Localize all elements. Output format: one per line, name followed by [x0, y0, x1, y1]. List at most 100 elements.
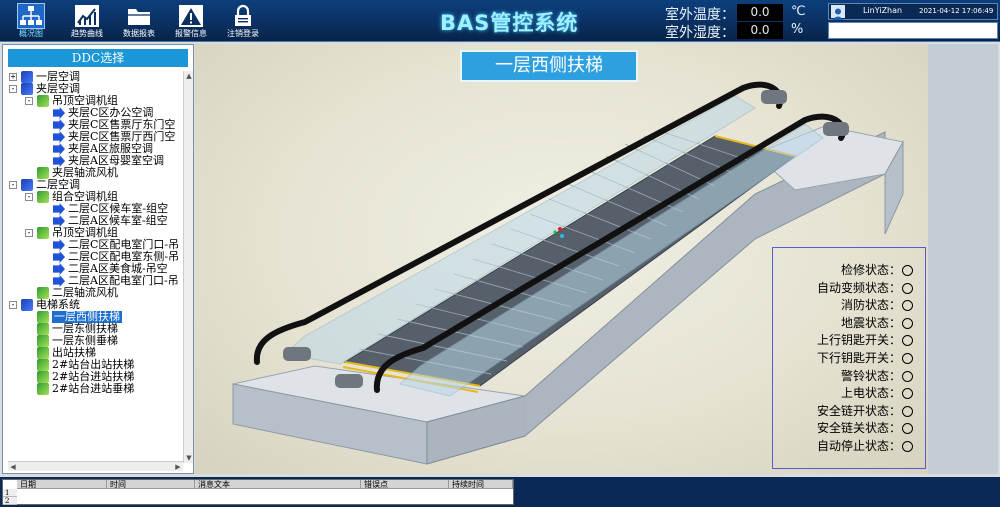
- scroll-right-arrow-icon[interactable]: ▶: [173, 462, 183, 472]
- device-node-icon: [53, 107, 65, 119]
- table-row-number: 2: [3, 497, 17, 505]
- scroll-down-arrow-icon[interactable]: ▼: [184, 453, 194, 463]
- collapse-icon[interactable]: -: [25, 229, 33, 237]
- status-label: 警铃状态：: [840, 368, 901, 383]
- column-date[interactable]: 日期: [17, 480, 107, 489]
- trend-button[interactable]: 趋势曲线: [64, 2, 110, 40]
- device-node-icon: [53, 251, 65, 263]
- group-node-icon: [37, 359, 49, 371]
- building-node-icon: [21, 71, 33, 83]
- device-node-icon: [53, 119, 65, 131]
- status-row: 安全链关状态：: [817, 420, 913, 436]
- scroll-up-arrow-icon[interactable]: ▲: [184, 71, 194, 81]
- alarm-message-table[interactable]: 日期 时间 消息文本 错误点 持续时间 1 2: [2, 479, 514, 505]
- building-node-icon: [21, 179, 33, 191]
- overview-label: 概况图: [19, 29, 43, 38]
- logout-label: 注销登录: [227, 29, 259, 38]
- report-button[interactable]: 数据报表: [116, 2, 162, 40]
- folder-icon: [128, 9, 150, 25]
- device-node-icon: [53, 131, 65, 143]
- status-label: 上行钥匙开关：: [816, 333, 901, 348]
- network-icon: [17, 3, 45, 29]
- lock-icon: [235, 4, 251, 26]
- ddc-tree: + 一层空调 - 夹层空调 - 吊顶空调机组 夹层C区办公空调 夹层C区售票厅东门空 夹层C区售…: [9, 71, 193, 459]
- collapse-icon[interactable]: -: [9, 181, 17, 189]
- alarm-label: 报警信息: [175, 29, 207, 38]
- status-label: 安全链关状态：: [816, 421, 901, 436]
- device-title: 一层西侧扶梯: [460, 50, 638, 82]
- overview-button[interactable]: 概况图: [8, 2, 54, 40]
- column-message-text[interactable]: 消息文本: [195, 480, 361, 489]
- status-label: 下行钥匙开关：: [816, 351, 901, 365]
- status-row: 自动停止状态：: [817, 438, 913, 454]
- right-side-strip: [928, 44, 998, 474]
- top-toolbar: 概况图 趋势曲线 数据报表 报警信息 注销登录 BAS管控系统 室外温度： 0.…: [0, 0, 1000, 42]
- column-error-point[interactable]: 错误点: [361, 480, 449, 489]
- status-indicator-icon: [902, 388, 913, 400]
- status-indicator-icon: [902, 370, 913, 382]
- status-row: 自动变频状态：: [817, 280, 913, 296]
- tree-vertical-scrollbar[interactable]: ▲ ▼: [183, 71, 193, 463]
- warning-icon: [179, 5, 203, 27]
- outdoor-temp-label: 室外温度：: [665, 7, 735, 23]
- scroll-left-arrow-icon[interactable]: ◀: [8, 462, 18, 472]
- column-time[interactable]: 时间: [107, 480, 195, 489]
- ddc-selection-panel: DDC选择 + 一层空调 - 夹层空调 - 吊顶空调机组 夹层C区办公空调 夹层C区售票厅东门…: [2, 44, 194, 474]
- status-row: 地震状态：: [841, 315, 913, 331]
- collapse-icon[interactable]: -: [25, 97, 33, 105]
- status-indicator-icon: [902, 353, 913, 364]
- group-node-icon: [37, 323, 49, 335]
- group-node-icon: [37, 347, 49, 359]
- device-node-icon: [53, 263, 65, 275]
- group-node-icon: [37, 371, 49, 383]
- status-row: 警铃状态：: [841, 368, 913, 384]
- bas-app-window: 概况图 趋势曲线 数据报表 报警信息 注销登录 BAS管控系统 室外温度： 0.…: [0, 0, 1000, 507]
- tree-item[interactable]: 一层东侧垂梯: [25, 335, 187, 347]
- report-label: 数据报表: [123, 29, 155, 38]
- user-name: LinYiZhan: [863, 6, 903, 15]
- building-node-icon: [21, 83, 33, 95]
- collapse-icon[interactable]: -: [9, 301, 17, 309]
- status-label: 消防状态：: [840, 298, 901, 313]
- user-info-box: LinYiZhan 2021-04-12 17:06:49: [828, 3, 998, 20]
- expand-icon[interactable]: +: [9, 73, 17, 81]
- status-indicator-icon: [902, 265, 913, 276]
- status-indicator-icon: [902, 300, 913, 312]
- group-node-icon: [37, 383, 49, 395]
- message-input-box[interactable]: [828, 22, 998, 39]
- device-node-icon: [53, 203, 65, 215]
- status-label: 上电状态：: [840, 386, 901, 401]
- column-duration[interactable]: 持续时间: [449, 480, 513, 489]
- group-node-icon: [37, 191, 49, 203]
- group-node-icon: [37, 95, 49, 107]
- status-label: 自动变频状态：: [816, 280, 901, 295]
- escalator-status-panel: 检修状态： 自动变频状态： 消防状态： 地震状态： 上行钥匙开关： 下行钥匙开关： 警铃状态…: [772, 247, 926, 469]
- outdoor-humidity-label: 室外湿度：: [665, 25, 735, 41]
- trend-chart-icon: [75, 5, 99, 27]
- trend-label: 趋势曲线: [71, 29, 103, 38]
- status-indicator-icon: [902, 335, 913, 347]
- status-indicator-icon: [902, 282, 913, 294]
- tree-horizontal-scrollbar[interactable]: ◀ ▶: [8, 461, 183, 471]
- status-row: 上电状态：: [841, 385, 913, 401]
- status-indicator-icon: [902, 441, 913, 452]
- device-node-icon: [53, 239, 65, 251]
- status-label: 检修状态：: [840, 263, 901, 277]
- status-row: 消防状态：: [841, 297, 913, 313]
- tree-item[interactable]: 2#站台进站垂梯: [25, 383, 187, 395]
- status-indicator-icon: [902, 317, 913, 329]
- group-node-icon: [37, 335, 49, 347]
- status-label: 安全链开状态：: [816, 403, 901, 418]
- status-row: 检修状态：: [841, 262, 913, 278]
- collapse-icon[interactable]: -: [25, 193, 33, 201]
- status-label: 自动停止状态：: [816, 439, 901, 453]
- status-row: 上行钥匙开关：: [817, 332, 913, 348]
- alarm-button[interactable]: 报警信息: [168, 2, 214, 40]
- collapse-icon[interactable]: -: [9, 85, 17, 93]
- status-indicator-icon: [902, 405, 913, 417]
- app-title: BAS管控系统: [440, 11, 579, 35]
- logout-button[interactable]: 注销登录: [220, 2, 266, 40]
- outdoor-humidity-unit: %: [791, 22, 804, 37]
- tree-item-label: 2#站台进站垂梯: [52, 382, 135, 395]
- outdoor-temp-unit: ℃: [791, 4, 806, 19]
